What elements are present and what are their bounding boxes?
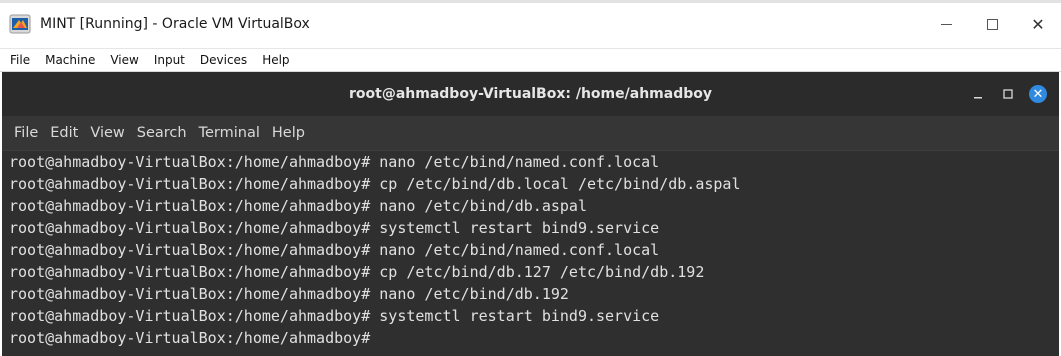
close-icon: ✕ [1031, 14, 1045, 34]
terminal-line: root@ahmadboy-VirtualBox:/home/ahmadboy#… [9, 307, 660, 325]
terminal-line: root@ahmadboy-VirtualBox:/home/ahmadboy#… [9, 175, 741, 193]
terminal-window-controls: ✕ [963, 72, 1053, 116]
terminal-line: root@ahmadboy-VirtualBox:/home/ahmadboy#… [9, 263, 705, 281]
close-button[interactable]: ✕ [1015, 0, 1061, 48]
terminal-line: root@ahmadboy-VirtualBox:/home/ahmadboy#… [9, 241, 660, 259]
window-title: MINT [Running] - Oracle VM VirtualBox [40, 16, 310, 32]
terminal-title-bar[interactable]: root@ahmadboy-VirtualBox: /home/ahmadboy… [2, 72, 1059, 116]
minimize-icon [974, 97, 982, 99]
terminal-line: root@ahmadboy-VirtualBox:/home/ahmadboy#… [9, 153, 660, 171]
terminal-prompt: root@ahmadboy-VirtualBox:/home/ahmadboy# [9, 329, 371, 347]
terminal-output[interactable]: root@ahmadboy-VirtualBox:/home/ahmadboy#… [2, 150, 1059, 351]
terminal-maximize-button[interactable] [993, 79, 1023, 109]
terminal-menu-edit[interactable]: Edit [50, 125, 78, 141]
terminal-minimize-button[interactable] [963, 79, 993, 109]
top-stripe [0, 0, 1061, 3]
terminal-line: root@ahmadboy-VirtualBox:/home/ahmadboy#… [9, 285, 569, 303]
menu-help[interactable]: Help [262, 53, 289, 67]
menu-machine[interactable]: Machine [45, 53, 95, 67]
guest-terminal-window: root@ahmadboy-VirtualBox: /home/ahmadboy… [2, 72, 1059, 356]
terminal-menu-help[interactable]: Help [272, 125, 305, 141]
virtualbox-logo-icon [9, 14, 31, 34]
restore-icon [1003, 89, 1013, 99]
host-window-controls: ✕ [923, 0, 1061, 48]
terminal-line: root@ahmadboy-VirtualBox:/home/ahmadboy#… [9, 219, 660, 237]
minimize-icon [940, 23, 952, 25]
menu-file[interactable]: File [10, 53, 30, 67]
terminal-menu-view[interactable]: View [90, 125, 124, 141]
terminal-menu-file[interactable]: File [14, 125, 38, 141]
maximize-button[interactable] [969, 0, 1015, 48]
terminal-menu-bar: File Edit View Search Terminal Help [2, 116, 1059, 150]
minimize-button[interactable] [923, 0, 969, 48]
terminal-line: root@ahmadboy-VirtualBox:/home/ahmadboy#… [9, 197, 587, 215]
vbox-menu-bar: File Machine View Input Devices Help [0, 49, 1061, 72]
host-title-bar[interactable]: MINT [Running] - Oracle VM VirtualBox ✕ [0, 0, 1061, 49]
terminal-menu-search[interactable]: Search [137, 125, 187, 141]
terminal-title: root@ahmadboy-VirtualBox: /home/ahmadboy [349, 86, 712, 102]
close-icon: ✕ [1029, 85, 1047, 103]
menu-input[interactable]: Input [154, 53, 185, 67]
terminal-close-button[interactable]: ✕ [1023, 79, 1053, 109]
menu-view[interactable]: View [110, 53, 138, 67]
virtualbox-window: MINT [Running] - Oracle VM VirtualBox ✕ … [0, 0, 1061, 356]
maximize-icon [986, 18, 998, 30]
menu-devices[interactable]: Devices [200, 53, 247, 67]
terminal-menu-terminal[interactable]: Terminal [199, 125, 260, 141]
